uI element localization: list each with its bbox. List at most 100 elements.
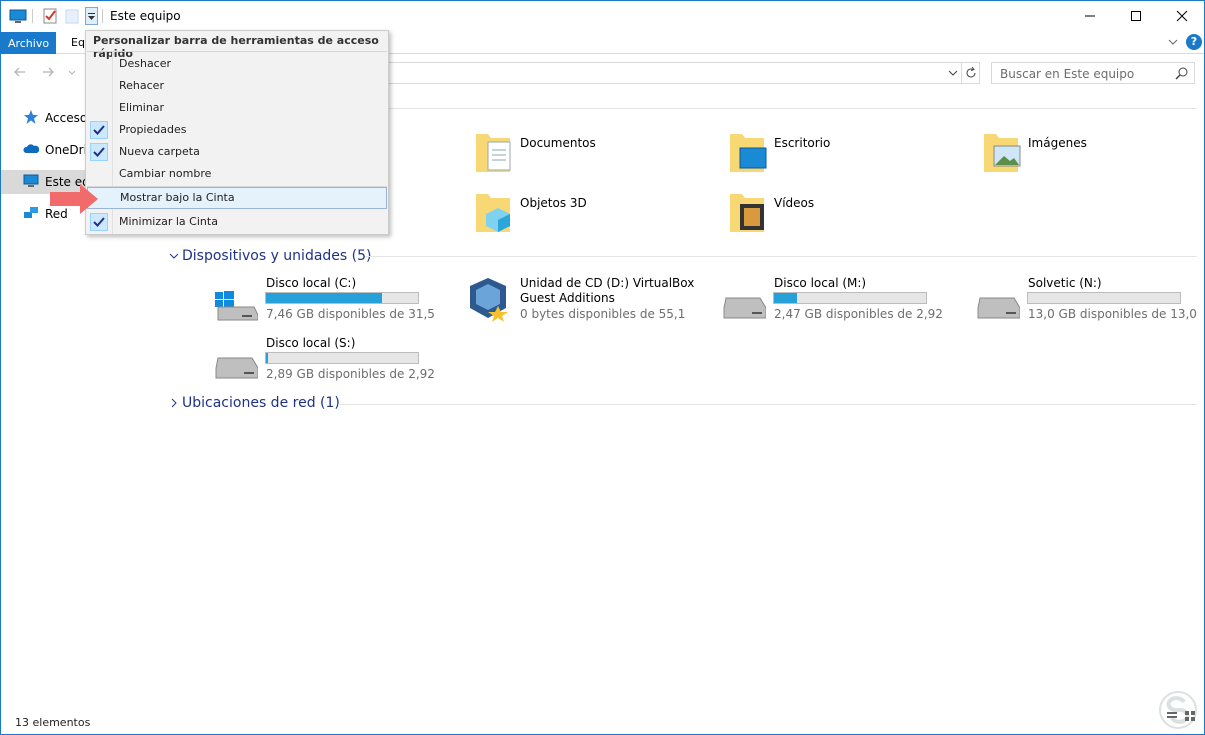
expand-ribbon-chevron-icon[interactable] [1167,36,1179,51]
menu-item-label: Minimizar la Cinta [119,215,218,228]
menu-item-label: Rehacer [119,79,164,92]
customize-quick-access-menu: Personalizar barra de herramientas de ac… [85,30,389,235]
drive-tile-n[interactable] [976,292,1021,323]
maximize-button[interactable] [1113,1,1159,31]
drive-usage-bar [773,292,927,304]
drive-free-space: 13,0 GB disponibles de 13,0 [1028,307,1197,321]
customize-quick-access-dropdown[interactable] [85,7,98,25]
drive-usage-fill [266,353,268,363]
this-pc-icon [23,173,39,192]
drive-tile-d[interactable] [468,276,512,327]
desktop-folder-icon [730,134,767,172]
folder-tile-escritorio[interactable] [728,130,768,177]
expand-group-chevron-icon[interactable] [168,397,180,412]
menu-item-label: Mostrar bajo la Cinta [120,191,235,204]
menu-item-label: Nueva carpeta [119,145,200,158]
folder-name: Objetos 3D [520,196,587,210]
drive-free-space: 2,89 GB disponibles de 2,92 [266,367,435,381]
menu-item-cambiar-nombre[interactable]: Cambiar nombre [87,163,387,185]
menu-item-minimizar-la-cinta[interactable]: Minimizar la Cinta [87,211,387,233]
recent-locations-chevron-icon[interactable] [67,65,77,82]
onedrive-cloud-icon [23,141,40,160]
folder-tile-objetos-3d[interactable] [474,190,514,237]
menu-item-propiedades[interactable]: Propiedades [87,119,387,141]
search-placeholder: Buscar en Este equipo [1000,67,1135,81]
network-icon [23,205,39,224]
drive-usage-bar [265,352,419,364]
menu-item-mostrar-bajo-la-cinta[interactable]: Mostrar bajo la Cinta [87,187,387,209]
maximize-icon [1131,11,1141,21]
folder-name: Imágenes [1028,136,1087,150]
this-pc-icon [9,7,27,25]
quick-access-star-icon [23,109,39,128]
forward-arrow-icon[interactable] [41,65,55,82]
drive-free-space: 0 bytes disponibles de 55,1 [520,307,686,321]
checkmark-icon [90,121,108,139]
divider [961,63,962,83]
menu-item-label: Propiedades [119,123,187,136]
videos-folder-icon [730,194,764,232]
drive-name-line2: Guest Additions [520,291,615,305]
drive-usage-fill [774,293,797,303]
menu-item-deshacer[interactable]: Deshacer [87,53,387,75]
nav-item-quick-access[interactable]: Acceso [1,106,86,130]
drive-tile-m[interactable] [722,292,767,323]
menu-item-label: Cambiar nombre [119,167,212,180]
tab-equipo[interactable]: Eq [71,36,85,49]
close-icon [1176,10,1188,22]
divider [385,108,1197,109]
divider [365,256,1197,257]
drive-name: Disco local (S:) [266,336,356,350]
menu-item-nueva-carpeta[interactable]: Nueva carpeta [87,141,387,163]
drive-free-space: 7,46 GB disponibles de 31,5 [266,307,435,321]
tab-archivo[interactable]: Archivo [1,32,56,54]
folder-tile-videos[interactable] [728,190,768,237]
back-arrow-icon[interactable] [13,65,27,82]
drive-tile-c[interactable] [214,285,259,324]
search-icon[interactable] [1175,66,1189,83]
group-header-devices[interactable]: Dispositivos y unidades (5) [182,248,372,264]
nav-item-onedrive[interactable]: OneDri [1,138,86,162]
windows-drive-icon [215,291,259,321]
hard-drive-icon [723,297,767,319]
new-folder-icon[interactable] [64,7,82,25]
address-dropdown-chevron-icon[interactable] [947,66,959,83]
folder-tile-imagenes[interactable] [982,130,1022,177]
close-button[interactable] [1159,1,1205,31]
drive-usage-bar [265,292,419,304]
drive-tile-s[interactable] [214,352,259,383]
status-item-count: 13 elementos [15,716,91,729]
search-input[interactable]: Buscar en Este equipo [991,62,1195,84]
pointer-arrow-icon [50,184,100,217]
divider [87,51,387,52]
help-icon[interactable]: ? [1186,34,1202,50]
folder-name: Vídeos [774,196,815,210]
drive-name: Solvetic (N:) [1028,276,1102,290]
minimize-icon [1085,15,1095,17]
properties-icon[interactable] [41,7,59,25]
menu-item-rehacer[interactable]: Rehacer [87,75,387,97]
menu-item-eliminar[interactable]: Eliminar [87,97,387,119]
divider [102,9,103,23]
title-bar: Este equipo [1,1,1204,31]
documents-folder-icon [476,134,511,172]
folder-name: Documentos [520,136,596,150]
3d-objects-folder-icon [476,194,510,232]
divider [32,9,33,23]
nav-item-label: Acceso [45,111,86,125]
refresh-icon[interactable] [964,66,978,83]
checkmark-icon [90,143,108,161]
drive-name: Unidad de CD (D:) VirtualBox [520,276,695,290]
minimize-button[interactable] [1067,1,1113,31]
drive-usage-bar [1027,292,1181,304]
large-icons-view-icon[interactable] [1184,710,1196,725]
details-view-icon[interactable] [1166,710,1178,725]
collapse-group-chevron-icon[interactable] [168,250,180,265]
group-header-network[interactable]: Ubicaciones de red (1) [182,395,340,411]
folder-name: Escritorio [774,136,831,150]
menu-item-label: Deshacer [119,57,172,70]
window-title: Este equipo [110,9,181,23]
hard-drive-icon [215,357,259,379]
folder-tile-documentos[interactable] [474,130,514,177]
address-bar[interactable] [386,62,980,84]
